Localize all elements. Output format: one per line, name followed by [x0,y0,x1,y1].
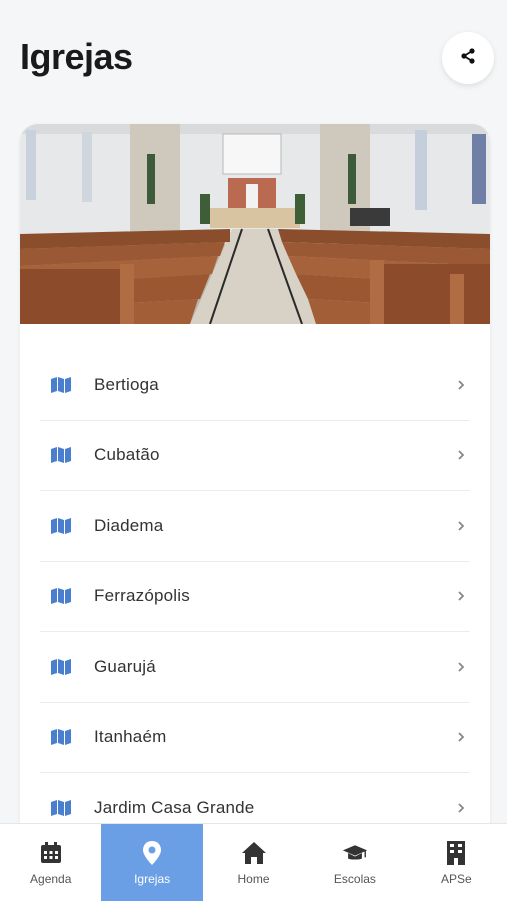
church-list-item[interactable]: Itanhaém [40,703,470,773]
map-icon [50,446,72,464]
chevron-right-icon [456,730,466,744]
church-list-item[interactable]: Bertioga [40,350,470,421]
church-list-item[interactable]: Cubatão [40,421,470,491]
church-name: Jardim Casa Grande [94,797,255,817]
chevron-right-icon [456,801,466,815]
bottom-tab-bar: Agenda Igrejas Home Escolas APSe [0,823,507,901]
map-icon [50,517,72,535]
graduation-cap-icon [342,840,368,866]
map-icon [50,658,72,676]
tab-escolas[interactable]: Escolas [304,824,405,901]
map-icon [50,587,72,605]
tab-label: Home [237,871,270,886]
chevron-right-icon [456,589,466,603]
chevron-right-icon [456,519,466,533]
church-name: Ferrazópolis [94,586,190,606]
map-icon [50,799,72,817]
church-name: Guarujá [94,656,156,676]
share-button[interactable] [442,32,494,84]
chevron-right-icon [456,378,466,392]
tab-apse[interactable]: APSe [406,824,507,901]
map-pin-icon [139,840,165,866]
tab-label: Agenda [30,871,72,886]
chevron-right-icon [456,448,466,462]
church-name: Itanhaém [94,727,167,747]
tab-home[interactable]: Home [203,824,304,901]
map-icon [50,376,72,394]
churches-card: Bertioga Cubatão Diadema Ferrazópolis Guaruj… [20,124,490,824]
tab-label: APSe [440,871,472,886]
tab-label: Escolas [333,871,376,886]
church-list-item[interactable]: Jardim Casa Grande [40,773,470,824]
church-list-item[interactable]: Diadema [40,491,470,562]
church-list-item[interactable]: Guarujá [40,632,470,703]
chevron-right-icon [456,660,466,674]
church-list-item[interactable]: Ferrazópolis [40,562,470,632]
home-icon [241,840,267,866]
church-name: Bertioga [94,374,159,394]
church-name: Cubatão [94,445,160,465]
map-icon [50,728,72,746]
church-list: Bertioga Cubatão Diadema Ferrazópolis Guaruj… [20,350,490,824]
calendar-icon [38,840,64,866]
tab-label: Igrejas [134,871,171,886]
share-icon [459,47,477,70]
tab-agenda[interactable]: Agenda [0,824,101,901]
church-interior-photo [20,124,490,325]
building-icon [443,840,469,866]
page-title: Igrejas [20,36,133,77]
tab-igrejas[interactable]: Igrejas [101,824,203,901]
church-name: Diadema [94,515,164,535]
